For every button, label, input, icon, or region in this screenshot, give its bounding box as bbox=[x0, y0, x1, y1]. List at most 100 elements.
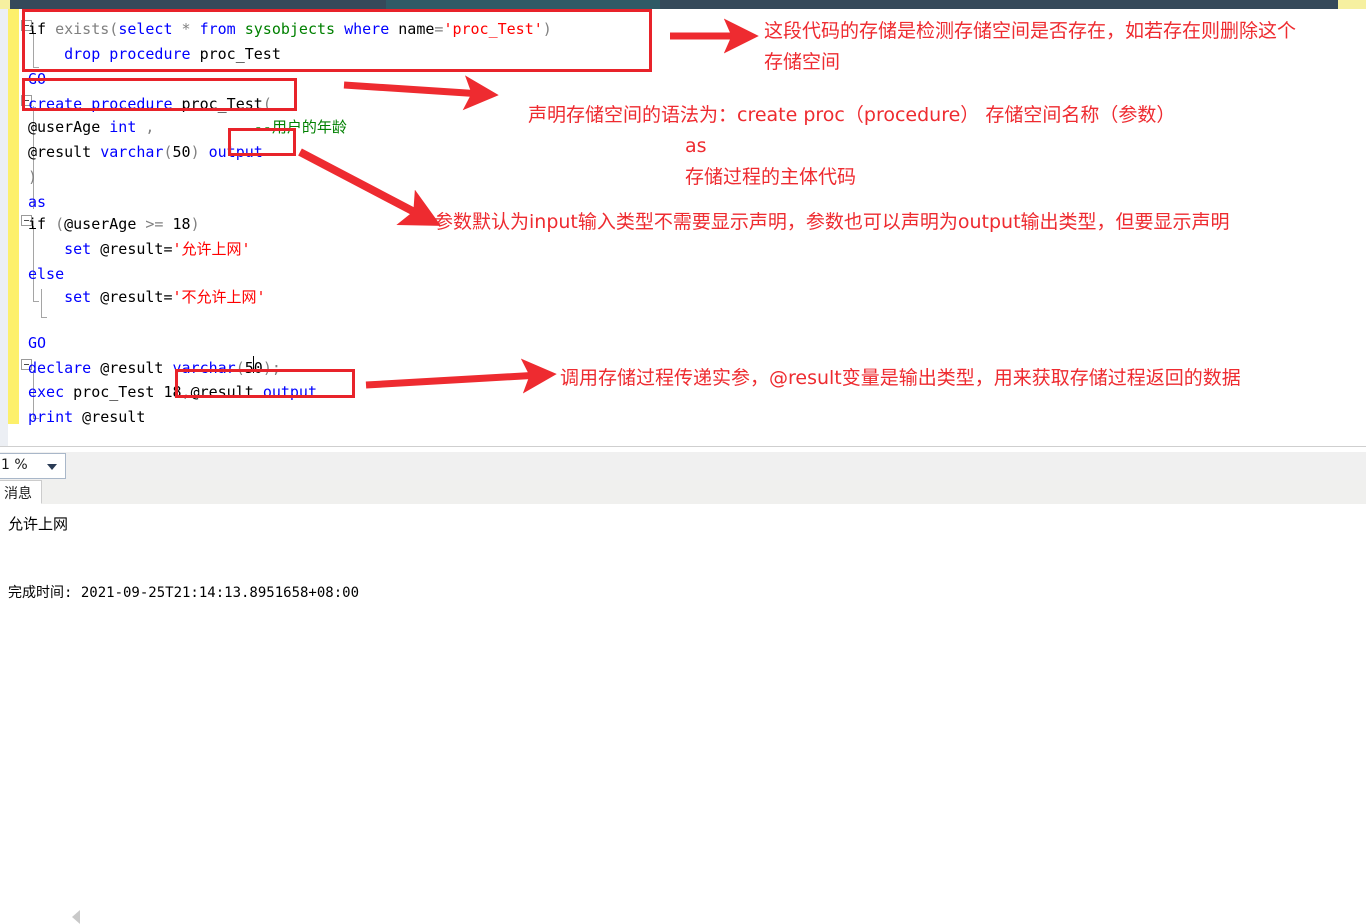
code-token: exists bbox=[55, 20, 110, 38]
code-token: else bbox=[28, 265, 65, 283]
annotation-line: as bbox=[528, 135, 707, 157]
code-token: where bbox=[335, 20, 399, 38]
editor-zoom-bar bbox=[0, 452, 1366, 924]
annotation-line: 调用存储过程传递实参，@result变量是输出类型，用来获取存储过程返回的数据 bbox=[560, 367, 1241, 389]
code-line[interactable]: drop procedure proc_Test bbox=[28, 42, 281, 67]
code-token: @result bbox=[190, 383, 263, 401]
code-token: '允许上网' bbox=[172, 240, 251, 258]
code-line[interactable]: else bbox=[28, 262, 64, 287]
code-token: @result bbox=[28, 143, 101, 161]
code-token: >= bbox=[145, 215, 164, 233]
code-token: ( bbox=[109, 20, 119, 38]
code-token: create procedure bbox=[28, 95, 173, 113]
code-token: * bbox=[181, 20, 191, 38]
code-line[interactable]: ) bbox=[28, 165, 37, 190]
code-token: select bbox=[118, 20, 182, 38]
code-token: varchar bbox=[172, 359, 236, 377]
code-line[interactable]: print @result bbox=[28, 405, 145, 430]
code-token: ( bbox=[163, 143, 173, 161]
code-line[interactable]: set @result='允许上网' bbox=[28, 237, 251, 262]
code-token: print bbox=[28, 408, 74, 426]
code-token: name bbox=[398, 20, 435, 38]
code-token: '不允许上网' bbox=[172, 288, 266, 306]
code-token: , bbox=[136, 118, 155, 136]
annotation-line: 这段代码的存储是检测存储空间是否存在，如若存在则删除这个 bbox=[764, 20, 1297, 42]
tab-messages-label: 消息 bbox=[4, 486, 32, 502]
code-token: ); bbox=[262, 359, 281, 377]
code-line[interactable]: GO bbox=[28, 67, 46, 92]
code-token: GO bbox=[28, 70, 47, 88]
code-token: @result bbox=[73, 408, 146, 426]
code-line[interactable]: declare @result varchar(50); bbox=[28, 356, 281, 381]
code-token: if bbox=[28, 215, 56, 233]
code-token: @userAge bbox=[64, 215, 146, 233]
code-line[interactable]: GO bbox=[28, 331, 46, 356]
chrome-accent-right bbox=[1338, 0, 1366, 9]
code-line[interactable]: @userAge int , --用户的年龄 bbox=[28, 115, 347, 140]
code-token: ( bbox=[55, 215, 65, 233]
zoom-level-value: 1 % bbox=[1, 457, 28, 473]
code-token: sysobjects bbox=[244, 20, 336, 38]
note-exec-call: 调用存储过程传递实参，@result变量是输出类型，用来获取存储过程返回的数据 bbox=[560, 363, 1241, 394]
annotation-line: 存储空间 bbox=[764, 51, 841, 73]
code-token: @userAge bbox=[28, 118, 110, 136]
messages-output[interactable]: 允许上网 完成时间: 2021-09-25T21:14:13.8951658+0… bbox=[0, 504, 1366, 617]
code-token: int bbox=[109, 118, 137, 136]
annotation-line: 参数默认为input输入类型不需要显示声明，参数也可以声明为output输出类型… bbox=[434, 211, 1230, 233]
code-token: output bbox=[262, 383, 317, 401]
code-token: proc_Test bbox=[190, 45, 281, 63]
code-token: drop procedure bbox=[64, 45, 191, 63]
code-line[interactable]: set @result='不允许上网' bbox=[28, 285, 266, 310]
code-token: ) bbox=[190, 143, 209, 161]
zoom-level-combobox[interactable]: 1 % bbox=[0, 453, 66, 479]
code-token: @result bbox=[91, 359, 173, 377]
code-line[interactable]: @result varchar(50) output bbox=[28, 140, 263, 165]
code-token: ) bbox=[28, 168, 38, 186]
code-token: @result= bbox=[91, 240, 173, 258]
code-line[interactable]: if (@userAge >= 18) bbox=[28, 212, 200, 237]
code-line[interactable]: if exists(select * from sysobjects where… bbox=[28, 17, 552, 42]
window-chrome-strip bbox=[0, 0, 1366, 9]
code-token: 50 bbox=[172, 143, 191, 161]
code-token: as bbox=[28, 193, 47, 211]
chevron-down-icon[interactable] bbox=[47, 464, 57, 470]
code-token: 18 bbox=[163, 383, 182, 401]
results-tabstrip: 消息 bbox=[0, 480, 1366, 505]
tab-messages[interactable]: 消息 bbox=[0, 480, 42, 504]
message-output-line: 允许上网 bbox=[8, 515, 69, 533]
code-token: set bbox=[64, 288, 92, 306]
pane-splitter[interactable] bbox=[0, 446, 1366, 450]
code-token: 'proc_Test' bbox=[443, 20, 543, 38]
code-token: 18 bbox=[163, 215, 191, 233]
code-token: set bbox=[64, 240, 92, 258]
message-completion-line: 完成时间: 2021-09-25T21:14:13.8951658+08:00 bbox=[8, 585, 360, 601]
chrome-accent-teal bbox=[386, 0, 660, 9]
code-token: GO bbox=[28, 334, 47, 352]
code-token: ( bbox=[235, 359, 245, 377]
code-line[interactable]: create procedure proc_Test( bbox=[28, 92, 272, 117]
code-token: , bbox=[181, 383, 191, 401]
annotation-line: 声明存储空间的语法为：create proc（procedure） 存储空间名称… bbox=[528, 104, 1176, 126]
code-token: ) bbox=[190, 215, 200, 233]
code-token: @result= bbox=[91, 288, 173, 306]
text-caret bbox=[253, 356, 254, 373]
code-token: exec bbox=[28, 383, 65, 401]
code-line[interactable]: exec proc_Test 18,@result output bbox=[28, 380, 317, 405]
scroll-left-icon[interactable] bbox=[72, 910, 80, 924]
code-token: from bbox=[190, 20, 245, 38]
code-token: if bbox=[28, 20, 56, 38]
code-token: --用户的年龄 bbox=[154, 118, 347, 136]
note-create-syntax: 声明存储空间的语法为：create proc（procedure） 存储空间名称… bbox=[528, 100, 1175, 193]
note-param-output: 参数默认为input输入类型不需要显示声明，参数也可以声明为output输出类型… bbox=[434, 207, 1230, 238]
results-panel: 消息 允许上网 完成时间: 2021-09-25T21:14:13.895165… bbox=[0, 480, 1366, 617]
chrome-accent-left bbox=[0, 0, 10, 9]
code-token: ( bbox=[262, 95, 272, 113]
code-token: ) bbox=[542, 20, 552, 38]
code-token: declare bbox=[28, 359, 92, 377]
note-exists-block: 这段代码的存储是检测存储空间是否存在，如若存在则删除这个 存储空间 bbox=[764, 16, 1296, 78]
code-token: proc_Test bbox=[64, 383, 164, 401]
code-token: varchar bbox=[100, 143, 164, 161]
